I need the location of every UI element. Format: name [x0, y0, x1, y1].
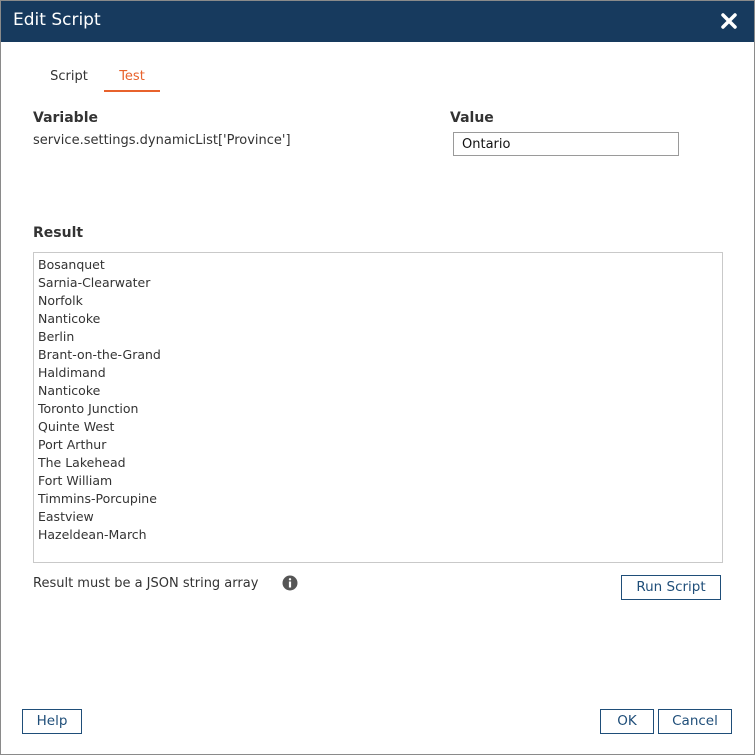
tab-test[interactable]: Test	[104, 69, 160, 92]
result-line: Nanticoke	[38, 383, 101, 398]
help-button[interactable]: Help	[22, 709, 82, 734]
dialog-titlebar: Edit Script	[1, 1, 754, 42]
result-line: Timmins-Porcupine	[38, 491, 157, 506]
dialog-title: Edit Script	[13, 10, 101, 30]
result-label: Result	[33, 225, 84, 241]
result-line: Eastview	[38, 509, 94, 524]
result-line: Haldimand	[38, 365, 106, 380]
variable-label: Variable	[33, 110, 98, 126]
value-input[interactable]	[453, 132, 679, 156]
result-line: Norfolk	[38, 293, 83, 308]
value-label: Value	[450, 110, 494, 126]
result-line: Bosanquet	[38, 257, 105, 272]
close-icon[interactable]	[718, 10, 740, 32]
edit-script-dialog: Edit Script Script Test Variable service…	[0, 0, 755, 755]
result-line: Quinte West	[38, 419, 115, 434]
result-textarea[interactable]: Bosanquet Sarnia-Clearwater Norfolk Nantico…	[33, 252, 723, 563]
variable-value: service.settings.dynamicList['Province']	[33, 133, 291, 148]
result-line: Sarnia-Clearwater	[38, 275, 151, 290]
result-line: The Lakehead	[38, 455, 126, 470]
info-icon[interactable]	[282, 575, 298, 591]
result-line: Toronto Junction	[38, 401, 139, 416]
result-line: Nanticoke	[38, 311, 101, 326]
result-line: Berlin	[38, 329, 75, 344]
result-line: Fort William	[38, 473, 113, 488]
ok-button[interactable]: OK	[600, 709, 654, 734]
cancel-button[interactable]: Cancel	[658, 709, 732, 734]
result-line: Brant-on-the-Grand	[38, 347, 161, 362]
result-line: Port Arthur	[38, 437, 107, 452]
tab-script[interactable]: Script	[37, 69, 101, 90]
result-note: Result must be a JSON string array	[33, 576, 259, 591]
result-line: Hazeldean-March	[38, 527, 147, 542]
run-script-button[interactable]: Run Script	[621, 575, 721, 600]
